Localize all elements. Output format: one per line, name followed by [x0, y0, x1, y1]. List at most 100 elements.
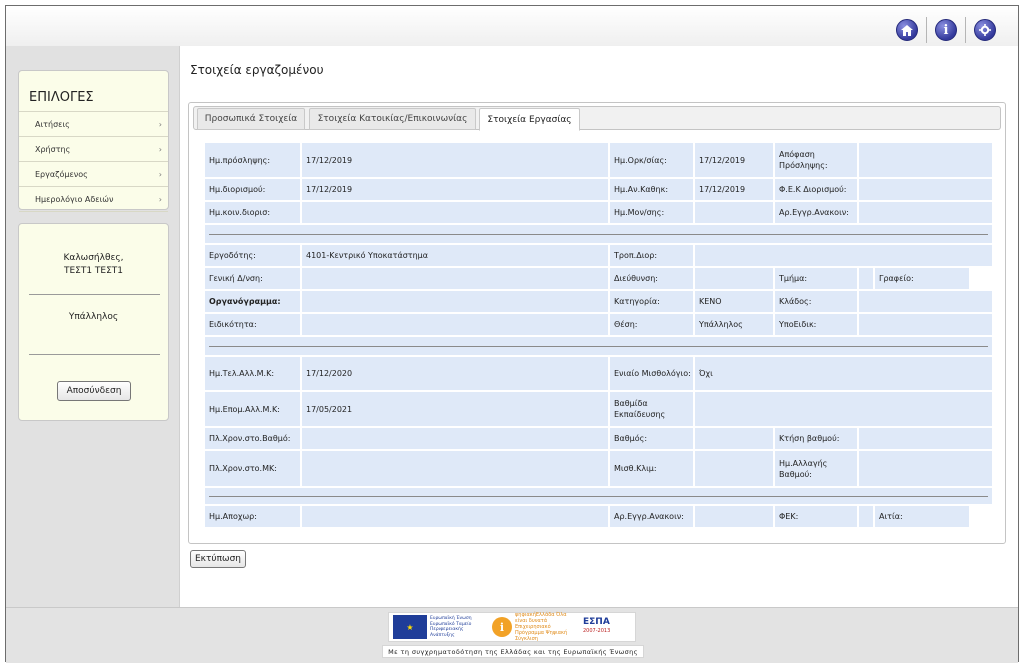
user-panel: Καλωσήλθες, ΤΕΣΤ1 ΤΕΣΤ1 Υπάλληλος Αποσύν… [18, 223, 169, 421]
fek-appoint-label: Φ.Ε.Κ Διορισμού: [775, 179, 857, 200]
funding-logos: ★ Ευρωπαϊκή Ένωση Ευρωπαϊκό Ταμείο Περιφ… [388, 612, 636, 642]
tab-panel: Προσωπικά Στοιχεία Στοιχεία Κατοικίας/Επ… [188, 102, 1006, 544]
grade-value [695, 428, 773, 449]
eu-text: Ευρωπαϊκή Ένωση Ευρωπαϊκό Ταμείο Περιφερ… [430, 616, 472, 638]
department-label: Τμήμα: [775, 268, 857, 289]
tab-strip: Προσωπικά Στοιχεία Στοιχεία Κατοικίας/Επ… [193, 106, 1001, 131]
reason-label: Αιτία: [875, 506, 969, 527]
home-icon[interactable] [896, 19, 918, 41]
category-label: Κατηγορία: [610, 291, 693, 312]
departure-label: Ημ.Αποχωρ: [205, 506, 300, 527]
espa-text: ΕΣΠΑ [583, 617, 610, 627]
menu-list: Αιτήσεις › Χρήστης › Εργαζόμενος › Ημερολόγ… [19, 111, 168, 212]
divider [965, 17, 966, 43]
appoint-date-value: 17/12/2019 [302, 179, 608, 200]
user-fullname: ΤΕΣΤ1 ΤΕΣΤ1 [63, 266, 124, 276]
sidebar-item-label: Ημερολόγιο Αδειών [35, 194, 114, 204]
reg-announce-label: Αρ.Εγγρ.Ανακοιν: [775, 202, 857, 223]
reg-announce2-label: Αρ.Εγγρ.Ανακοιν: [610, 506, 693, 527]
grade-acq-label: Κτήση βαθμού: [775, 428, 857, 449]
app-frame: i ΕΠΙΛΟΓΕΣ Αιτήσεις › Χρήστης › Εργαζόμενο… [5, 5, 1019, 663]
branch-value [859, 291, 992, 312]
edu-level-label: Βαθμίδα Εκπαίδευσης [610, 392, 693, 426]
top-bar: i [6, 6, 1018, 46]
sidebar-item-requests[interactable]: Αιτήσεις › [19, 112, 168, 137]
employer-label: Εργοδότης: [205, 245, 300, 266]
unified-payroll-label: Ενιαίο Μισθολόγιο: [610, 357, 693, 390]
grade-acq-value [859, 428, 992, 449]
divider [209, 496, 988, 497]
funding-note: Με τη συγχρηματοδότηση της Ελλάδας και τ… [382, 645, 644, 658]
next-mk-change-label: Ημ.Επομ.Αλλ.Μ.Κ: [205, 392, 300, 426]
tab-residence-contact[interactable]: Στοιχεία Κατοικίας/Επικοινωνίας [309, 108, 476, 130]
sub-specialty-label: ΥποΕιδικ: [775, 314, 857, 335]
hire-decision-value [859, 143, 992, 177]
logout-button[interactable]: Αποσύνδεση [57, 381, 131, 401]
chevron-right-icon: › [158, 195, 162, 204]
divider [29, 294, 160, 295]
hire-decision-label: Απόφαση Πρόσληψης: [775, 143, 857, 177]
espa-years: 2007-2013 [583, 628, 611, 634]
sidebar-item-employee[interactable]: Εργαζόμενος › [19, 162, 168, 187]
grade-change-label: Ημ.Αλλαγής Βαθμού: [775, 451, 857, 486]
category-value: ΚΕΝΟ [695, 291, 773, 312]
pay-scale-label: Μισθ.Κλιμ: [610, 451, 693, 486]
footer: ★ Ευρωπαϊκή Ένωση Ευρωπαϊκό Ταμείο Περιφ… [6, 607, 1018, 663]
duty-date-value: 17/12/2019 [695, 179, 773, 200]
oath-date-value: 17/12/2019 [695, 143, 773, 177]
last-mk-change-label: Ημ.Τελ.Αλλ.Μ.Κ: [205, 357, 300, 390]
org-chart-label: Οργανόγραμμα: [205, 291, 300, 312]
settings-icon[interactable] [974, 19, 996, 41]
specialty-value [302, 314, 608, 335]
print-button[interactable]: Εκτύπωση [190, 550, 246, 568]
next-mk-change-value: 17/05/2021 [302, 392, 608, 426]
hire-date-value: 17/12/2019 [302, 143, 608, 177]
divider [29, 354, 160, 355]
position-label: Θέση: [610, 314, 693, 335]
oath-date-label: Ημ.Ορκ/σίας: [610, 143, 693, 177]
reg-announce2-value [695, 506, 773, 527]
appoint-date-label: Ημ.διορισμού: [205, 179, 300, 200]
chevron-right-icon: › [158, 145, 162, 154]
appoint-mode-label: Τροπ.Διορ: [610, 245, 693, 266]
tenure-date-label: Ημ.Μον/σης: [610, 202, 693, 223]
departure-value [302, 506, 608, 527]
last-mk-change-value: 17/12/2020 [302, 357, 608, 390]
pay-scale-value [695, 451, 773, 486]
sidebar-item-label: Αιτήσεις [35, 119, 70, 129]
espa-logo: ΕΣΠΑ 2007-2013 [583, 618, 627, 636]
direction-label: Διεύθυνση: [610, 268, 693, 289]
divider [926, 17, 927, 43]
fek-value [859, 506, 873, 527]
time-in-mk-value [302, 451, 608, 486]
department-value [859, 268, 873, 289]
common-appoint-value [302, 202, 608, 223]
digital-greece-text: ψηφιακήΕλλάδα Όλα είναι δυνατά Επιχειρησ… [515, 612, 568, 642]
common-appoint-label: Ημ.κοιν.διορισ: [205, 202, 300, 223]
sidebar-item-leave-calendar[interactable]: Ημερολόγιο Αδειών › [19, 187, 168, 212]
position-value: Υπάλληλος [695, 314, 773, 335]
top-icons: i [888, 17, 1004, 43]
appoint-mode-value [695, 245, 992, 266]
reg-announce-value [859, 202, 992, 223]
grade-label: Βαθμός: [610, 428, 693, 449]
tab-work[interactable]: Στοιχεία Εργασίας [479, 108, 580, 131]
main-content: Στοιχεία εργαζομένου Προσωπικά Στοιχεία … [179, 46, 1018, 607]
sidebar-item-label: Εργαζόμενος [35, 169, 88, 179]
fek-appoint-value [859, 179, 992, 200]
info-icon[interactable]: i [935, 19, 957, 41]
general-dir-label: Γενική Δ/νση: [205, 268, 300, 289]
direction-value [695, 268, 773, 289]
eu-flag-icon: ★ [393, 615, 427, 639]
tab-personal[interactable]: Προσωπικά Στοιχεία [197, 108, 305, 130]
branch-label: Κλάδος: [775, 291, 857, 312]
tenure-date-value [695, 202, 773, 223]
unified-payroll-value: Όχι [695, 357, 992, 390]
menu-title: ΕΠΙΛΟΓΕΣ [29, 90, 94, 105]
grade-change-value [859, 451, 992, 486]
sidebar-item-label: Χρήστης [35, 144, 71, 154]
time-in-grade-label: Πλ.Χρον.στο.Βαθμό: [205, 428, 300, 449]
org-chart-value [302, 291, 608, 312]
chevron-right-icon: › [158, 120, 162, 129]
sidebar-item-user[interactable]: Χρήστης › [19, 137, 168, 162]
